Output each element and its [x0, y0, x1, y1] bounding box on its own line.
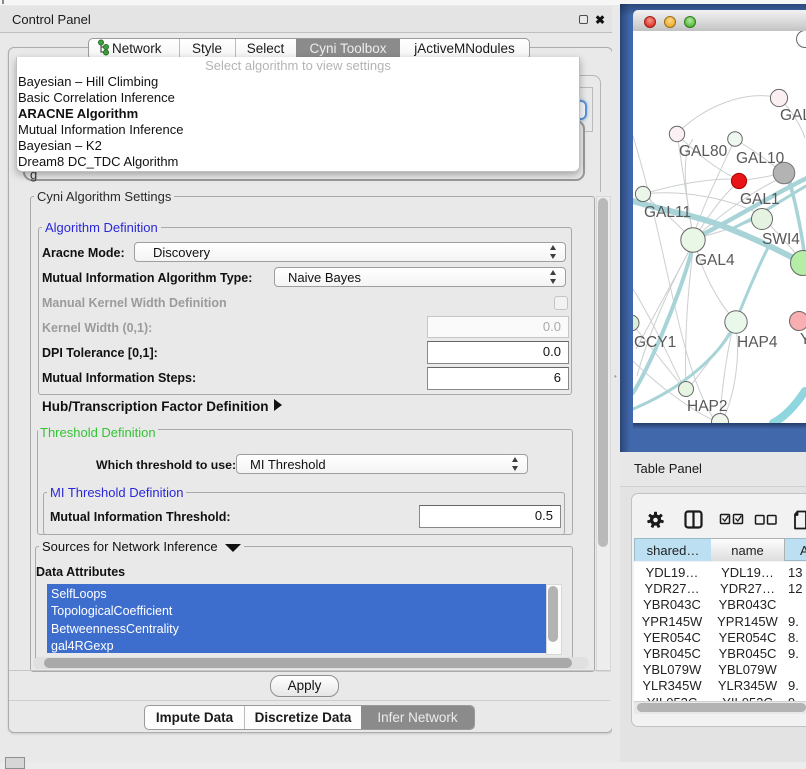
svg-text:HAP2: HAP2	[687, 398, 728, 415]
svg-text:GAL1: GAL1	[740, 191, 780, 208]
svg-text:GAL80: GAL80	[679, 143, 728, 160]
svg-text:GAL4: GAL4	[695, 252, 735, 269]
svg-text:GAL11: GAL11	[644, 204, 691, 221]
svg-text:HAP4: HAP4	[737, 334, 778, 351]
svg-text:Y: Y	[800, 331, 806, 348]
svg-text:SWI4: SWI4	[762, 231, 800, 248]
svg-text:GAL10: GAL10	[736, 150, 785, 167]
svg-text:GAL: GAL	[780, 107, 806, 124]
svg-text:GCY1: GCY1	[634, 334, 676, 351]
